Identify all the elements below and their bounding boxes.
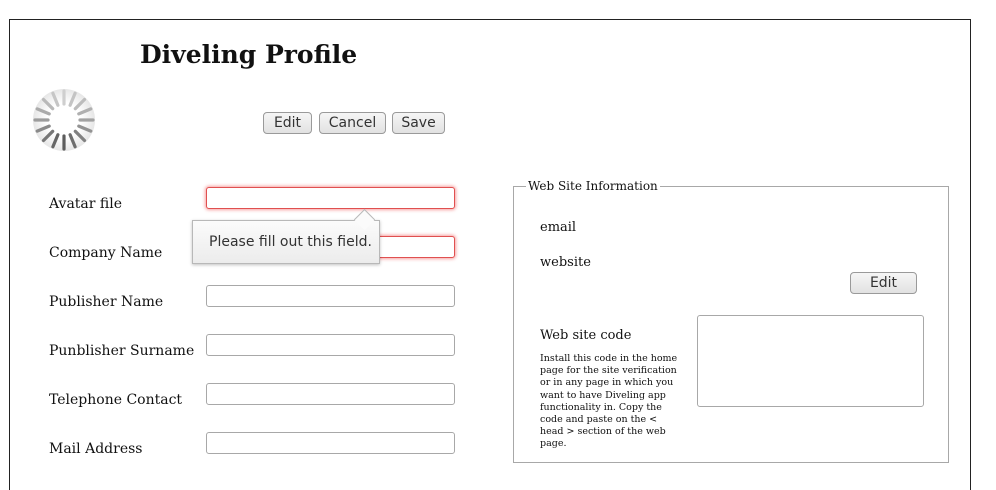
publisher-name-label: Publisher Name: [49, 294, 164, 310]
page-title: Diveling Profile: [140, 40, 358, 69]
telephone-contact-input[interactable]: [206, 383, 455, 405]
publisher-surname-label: Punblisher Surname: [49, 343, 195, 359]
company-name-label: Company Name: [49, 245, 163, 261]
website-label: website: [540, 255, 591, 270]
edit-button[interactable]: Edit: [263, 112, 312, 134]
avatar-file-label: Avatar file: [49, 196, 123, 212]
website-info-legend: Web Site Information: [526, 179, 660, 193]
save-button[interactable]: Save: [392, 112, 445, 134]
mail-address-label: Mail Address: [49, 441, 143, 457]
publisher-surname-input[interactable]: [206, 334, 455, 356]
mail-address-input[interactable]: [206, 432, 455, 454]
avatar-loading-spinner-icon: [33, 89, 95, 151]
cancel-button[interactable]: Cancel: [319, 112, 386, 134]
validation-tooltip-text: Please fill out this field.: [209, 234, 372, 250]
telephone-contact-label: Telephone Contact: [49, 392, 183, 408]
website-edit-button[interactable]: Edit: [850, 272, 917, 294]
website-code-instructions: Install this code in the home page for t…: [540, 353, 678, 450]
website-code-textarea[interactable]: [697, 315, 924, 407]
validation-tooltip: Please fill out this field.: [192, 220, 380, 264]
website-code-label: Web site code: [540, 328, 632, 343]
publisher-name-input[interactable]: [206, 285, 455, 307]
email-label: email: [540, 220, 577, 235]
avatar-file-input[interactable]: [206, 187, 455, 209]
